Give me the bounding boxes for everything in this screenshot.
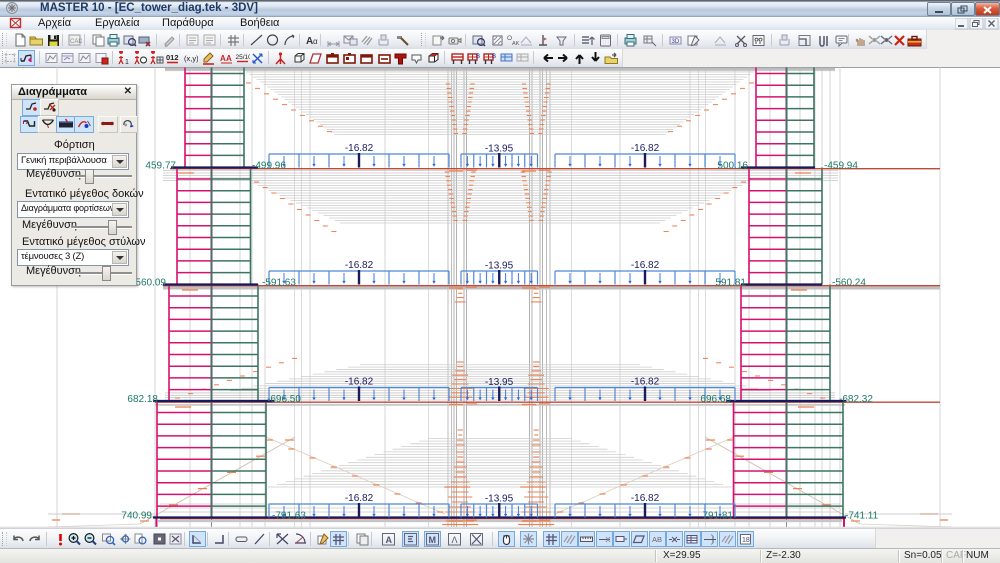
- svg-text:-16.82: -16.82: [345, 143, 374, 154]
- svg-text:AB: AB: [652, 535, 662, 544]
- svg-text:682.18: 682.18: [127, 394, 158, 405]
- svg-text:-16.82: -16.82: [631, 377, 660, 388]
- svg-text:-13.95: -13.95: [485, 261, 514, 272]
- svg-text:-16.82: -16.82: [345, 493, 374, 504]
- svg-text:-16.82: -16.82: [631, 493, 660, 504]
- svg-text:740.99: 740.99: [121, 511, 152, 522]
- svg-text:-459.94: -459.94: [824, 161, 858, 172]
- svg-text:-560.24: -560.24: [832, 278, 866, 289]
- svg-text:-791.63: -791.63: [272, 511, 306, 522]
- svg-text:560.09: 560.09: [135, 278, 166, 289]
- svg-text:A: A: [386, 535, 393, 545]
- svg-text:-13.95: -13.95: [485, 144, 514, 155]
- svg-text:-741.11: -741.11: [845, 511, 879, 522]
- svg-text:459.77: 459.77: [145, 161, 176, 172]
- svg-text:591.81: 591.81: [715, 278, 746, 289]
- svg-text:-499.96: -499.96: [252, 161, 286, 172]
- svg-text:-16.82: -16.82: [345, 260, 374, 271]
- svg-text:-682.32: -682.32: [839, 394, 873, 405]
- svg-text:-13.95: -13.95: [485, 494, 514, 505]
- svg-text:-16.82: -16.82: [345, 377, 374, 388]
- svg-text:-16.82: -16.82: [631, 260, 660, 271]
- svg-text:500.16: 500.16: [717, 161, 748, 172]
- svg-text:-13.95: -13.95: [485, 377, 514, 388]
- svg-text:791.81: 791.81: [702, 511, 733, 522]
- svg-text:-16.82: -16.82: [631, 143, 660, 154]
- svg-text:Λ: Λ: [452, 535, 458, 545]
- svg-text:M: M: [429, 535, 437, 545]
- svg-text:18: 18: [742, 537, 750, 544]
- svg-text:-591.63: -591.63: [262, 278, 296, 289]
- svg-text:696.68: 696.68: [700, 394, 731, 405]
- svg-text:-696.50: -696.50: [267, 394, 301, 405]
